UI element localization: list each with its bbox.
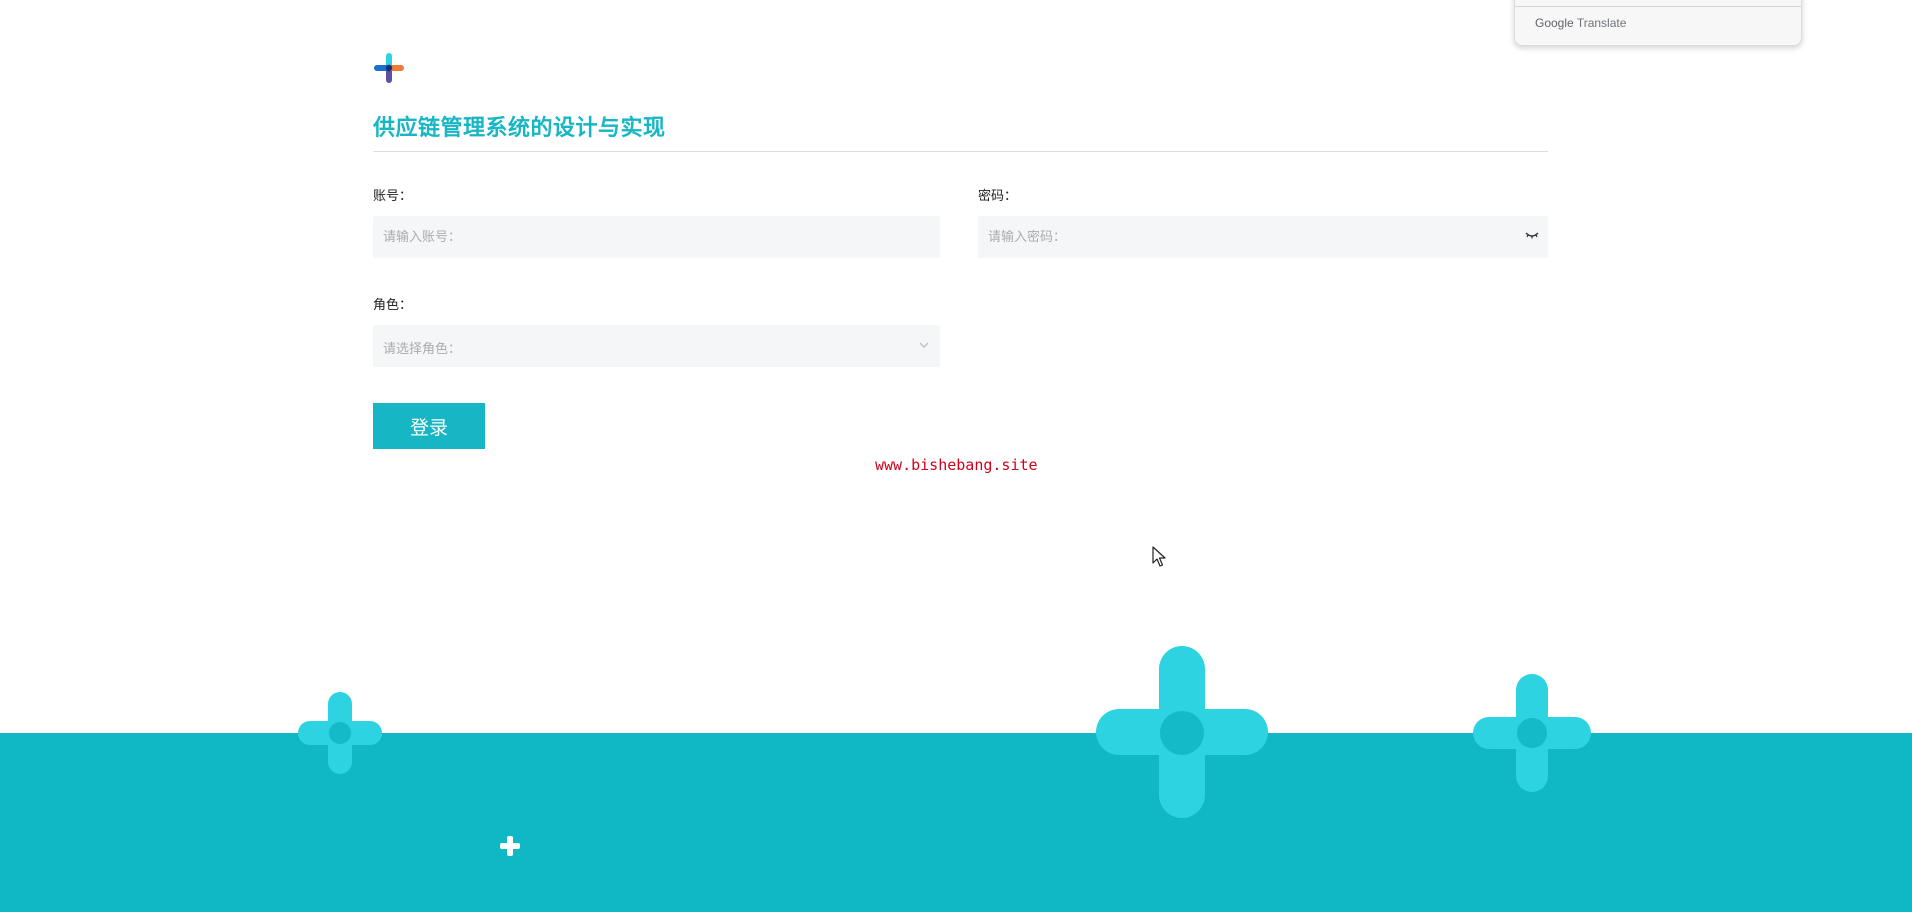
google-translate-popup[interactable]: Google Translate [1514, 0, 1802, 46]
role-label: 角色： [373, 298, 413, 313]
chevron-down-icon [919, 342, 929, 348]
plus-logo-icon [374, 53, 404, 83]
role-select-placeholder: 请选择角色： [383, 342, 462, 357]
account-label: 账号： [373, 189, 413, 204]
mouse-cursor-icon [1152, 546, 1166, 567]
password-input[interactable] [978, 216, 1548, 258]
login-button[interactable]: 登录 [373, 403, 485, 449]
title-divider [373, 151, 1548, 152]
password-label: 密码： [978, 189, 1018, 204]
google-translate-label[interactable]: Google Translate [1535, 16, 1626, 30]
role-select[interactable]: 请选择角色： [373, 325, 940, 367]
password-field-box [978, 216, 1548, 258]
login-page: Google Translate 供应链管理系统的设计与实现 账号： 密码： 角… [0, 0, 1912, 912]
page-title: 供应链管理系统的设计与实现 [373, 116, 666, 141]
translate-text: Translate [1576, 16, 1627, 30]
account-input[interactable] [373, 216, 940, 258]
popup-divider [1515, 6, 1801, 7]
watermark-link[interactable]: www.bishebang.site [875, 456, 1038, 474]
account-field-box [373, 216, 940, 258]
eye-closed-icon[interactable] [1524, 230, 1540, 242]
footer-band [0, 733, 1912, 912]
google-brand-text: Google [1535, 16, 1574, 30]
